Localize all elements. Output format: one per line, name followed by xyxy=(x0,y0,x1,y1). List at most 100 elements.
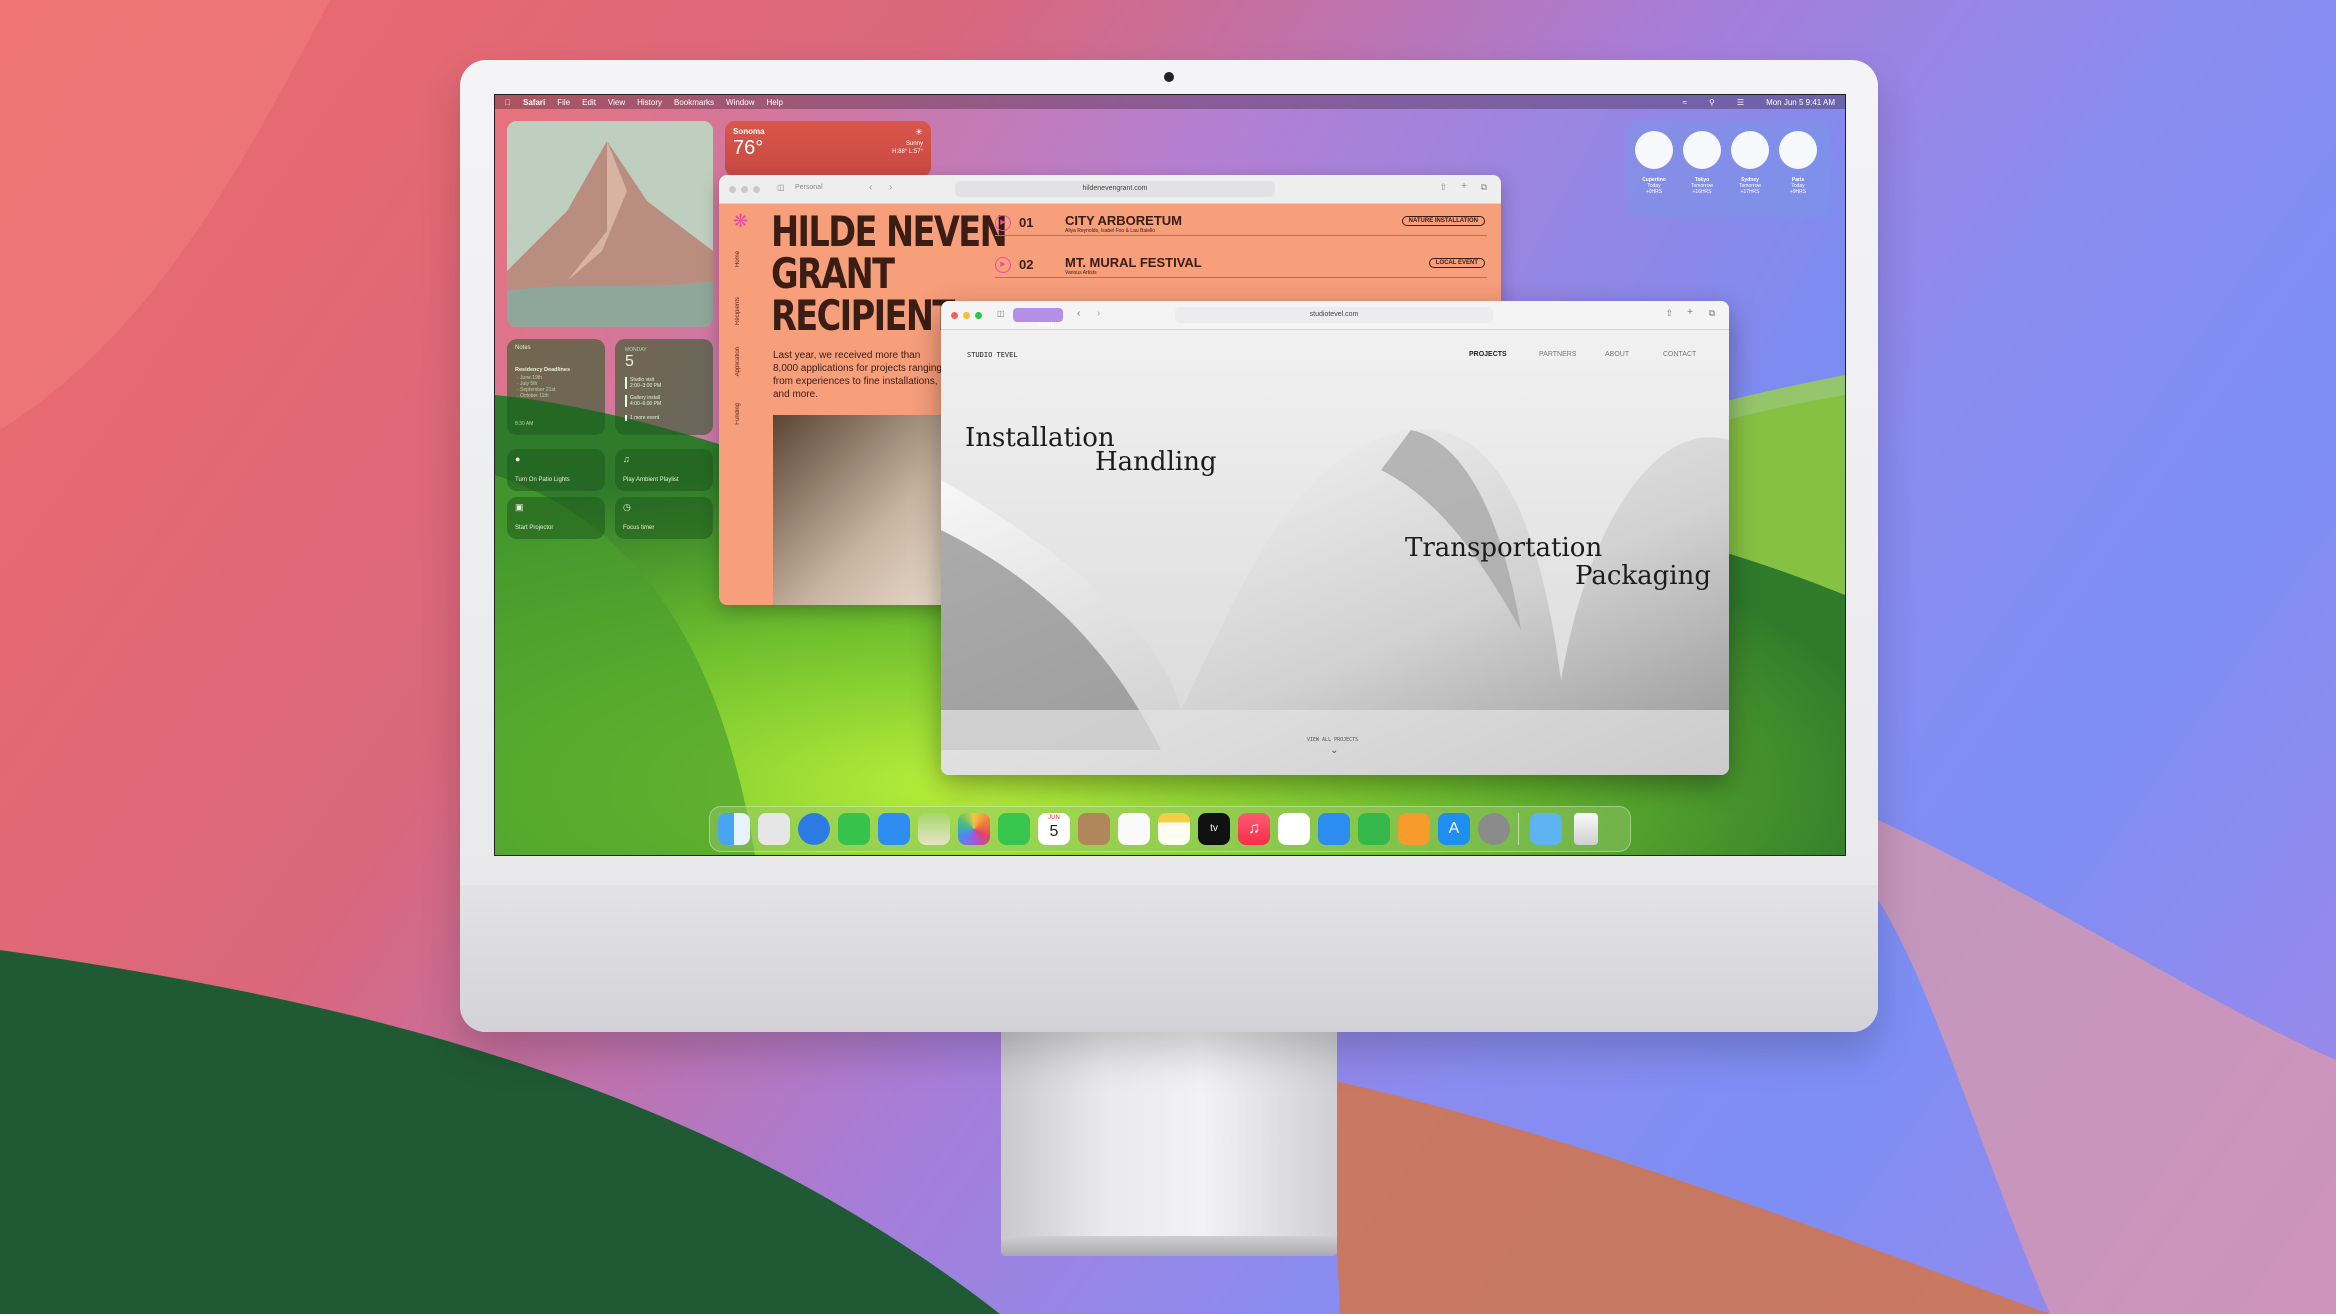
finder-icon[interactable] xyxy=(718,813,750,845)
share-icon[interactable]: ⇧ xyxy=(1439,182,1447,193)
nav-about[interactable]: ABOUT xyxy=(1605,351,1629,358)
event-tag[interactable]: NATURE INSTALLATION xyxy=(1401,216,1485,226)
side-nav-recipients[interactable]: Recipients xyxy=(735,297,741,325)
menu-help[interactable]: Help xyxy=(766,98,782,107)
forward-icon[interactable]: › xyxy=(889,182,892,193)
sidebar-icon[interactable]: ◫ xyxy=(997,309,1005,318)
brand-name[interactable]: STUDIO TEVEL xyxy=(967,351,1018,359)
forward-icon[interactable]: › xyxy=(1097,308,1100,319)
contacts-icon[interactable] xyxy=(1078,813,1110,845)
hero-word[interactable]: Packaging xyxy=(1575,561,1711,591)
play-icon[interactable]: ▶ xyxy=(995,215,1011,231)
hero-word[interactable]: Transportation xyxy=(1405,533,1602,563)
tab-group-button[interactable]: Work xyxy=(1013,308,1063,329)
back-icon[interactable]: ‹ xyxy=(869,182,872,193)
photos-icon[interactable] xyxy=(958,813,990,845)
sculpture-photo xyxy=(773,415,953,605)
safari-window-studio-tevel[interactable]: ◫ Work ‹ › studiotevel.com ⇧ + ⧉ STUDIO … xyxy=(941,301,1729,775)
menu-app-name[interactable]: Safari xyxy=(523,98,545,107)
nav-partners[interactable]: PARTNERS xyxy=(1539,351,1576,358)
lightbulb-icon: ● xyxy=(515,454,521,464)
side-nav-application[interactable]: Application xyxy=(735,347,741,376)
new-tab-icon[interactable]: + xyxy=(1461,181,1467,192)
toolbar: ◫ Personal ‹ › hildenevengrant.com ⇧ + ⧉ xyxy=(719,175,1501,204)
event-time: 2:00–3:00 PM xyxy=(630,383,662,389)
tv-icon[interactable]: tv xyxy=(1198,813,1230,845)
music-icon[interactable]: ♫ xyxy=(1238,813,1270,845)
zoom-button[interactable] xyxy=(975,312,982,319)
hero-word[interactable]: Handling xyxy=(1095,447,1217,477)
menu-bar:  Safari File Edit View History Bookmark… xyxy=(495,95,1845,109)
new-tab-icon[interactable]: + xyxy=(1687,307,1693,318)
search-icon[interactable]: ⚲ xyxy=(1709,98,1715,107)
numbers-icon[interactable] xyxy=(1358,813,1390,845)
facetime-icon[interactable] xyxy=(998,813,1030,845)
event-tag[interactable]: LOCAL EVENT xyxy=(1428,258,1485,268)
world-clock-widget[interactable]: Cupertino Today +0HRS Tokyo Tomorrow +16… xyxy=(1625,121,1831,217)
system-settings-icon[interactable] xyxy=(1478,813,1510,845)
menu-window[interactable]: Window xyxy=(726,98,754,107)
shortcut-start-projector[interactable]: ▣ Start Projector xyxy=(507,497,605,539)
app-store-icon[interactable]: A xyxy=(1438,813,1470,845)
event-row[interactable]: ▶ 02 MT. MURAL FESTIVAL Various Artists … xyxy=(995,255,1487,278)
weather-widget[interactable]: Sonoma 76° ☀ Sunny H:88° L:57° xyxy=(725,121,931,177)
freeform-icon[interactable] xyxy=(1278,813,1310,845)
downloads-folder-icon[interactable] xyxy=(1530,813,1562,845)
chevron-down-icon[interactable]: ⌄ xyxy=(1330,745,1338,756)
menu-edit[interactable]: Edit xyxy=(582,98,596,107)
control-center-icon[interactable]: ☰ xyxy=(1737,98,1744,107)
mail-icon[interactable] xyxy=(878,813,910,845)
hero-word[interactable]: Installation xyxy=(965,423,1115,453)
calendar-widget[interactable]: MONDAY 5 Studio visit 2:00–3:00 PM Galle… xyxy=(615,339,713,435)
nav-projects[interactable]: PROJECTS xyxy=(1469,351,1507,358)
view-all-link[interactable]: VIEW ALL PROJECTS xyxy=(1307,737,1358,743)
back-icon[interactable]: ‹ xyxy=(1077,308,1080,319)
shortcut-focus-timer[interactable]: ◷ Focus timer xyxy=(615,497,713,539)
zoom-button[interactable] xyxy=(753,186,760,193)
menu-history[interactable]: History xyxy=(637,98,662,107)
clock-face xyxy=(1683,131,1721,169)
share-icon[interactable]: ⇧ xyxy=(1665,308,1673,319)
shortcut-ambient-playlist[interactable]: ♫ Play Ambient Playlist xyxy=(615,449,713,491)
tabs-overview-icon[interactable]: ⧉ xyxy=(1709,308,1715,319)
reminders-icon[interactable] xyxy=(1118,813,1150,845)
notes-icon[interactable] xyxy=(1158,813,1190,845)
minimize-button[interactable] xyxy=(963,312,970,319)
address-bar[interactable]: studiotevel.com xyxy=(1175,307,1493,323)
side-nav-funding[interactable]: Funding xyxy=(735,403,741,425)
menu-bookmarks[interactable]: Bookmarks xyxy=(674,98,714,107)
wifi-icon[interactable]: ≈ xyxy=(1683,98,1687,107)
maps-icon[interactable] xyxy=(918,813,950,845)
imac-screen:  Safari File Edit View History Bookmark… xyxy=(494,94,1846,856)
safari-icon[interactable] xyxy=(798,813,830,845)
minimize-button[interactable] xyxy=(741,186,748,193)
projector-icon: ▣ xyxy=(515,502,524,512)
event-title[interactable]: MT. MURAL FESTIVAL xyxy=(1065,255,1202,270)
apple-icon[interactable]:  xyxy=(505,98,511,107)
calendar-icon[interactable]: JUN 5 xyxy=(1038,813,1070,845)
tab-group-label[interactable]: Personal xyxy=(795,184,823,191)
close-button[interactable] xyxy=(729,186,736,193)
event-row[interactable]: ▶ 01 CITY ARBORETUM Aliya Reynolds, Isab… xyxy=(995,213,1487,236)
menu-clock[interactable]: Mon Jun 5 9:41 AM xyxy=(1766,98,1835,107)
messages-icon[interactable] xyxy=(838,813,870,845)
tabs-overview-icon[interactable]: ⧉ xyxy=(1481,182,1487,193)
nav-contact[interactable]: CONTACT xyxy=(1663,351,1696,358)
address-bar[interactable]: hildenevengrant.com xyxy=(955,181,1275,197)
notes-widget[interactable]: Notes Residency Deadlines · June 19th · … xyxy=(507,339,605,435)
play-icon[interactable]: ▶ xyxy=(995,257,1011,273)
side-nav-home[interactable]: Home xyxy=(735,251,741,267)
sidebar-icon[interactable]: ◫ xyxy=(777,183,785,192)
launchpad-icon[interactable] xyxy=(758,813,790,845)
shortcut-patio-lights[interactable]: ● Turn On Patio Lights xyxy=(507,449,605,491)
keynote-icon[interactable] xyxy=(1318,813,1350,845)
pages-icon[interactable] xyxy=(1398,813,1430,845)
photo-widget[interactable] xyxy=(507,121,713,327)
close-button[interactable] xyxy=(951,312,958,319)
trash-icon[interactable] xyxy=(1574,813,1598,845)
event-title[interactable]: CITY ARBORETUM xyxy=(1065,213,1182,228)
menu-file[interactable]: File xyxy=(557,98,570,107)
shortcut-label: Focus timer xyxy=(623,525,655,531)
shortcut-label: Play Ambient Playlist xyxy=(623,477,679,483)
menu-view[interactable]: View xyxy=(608,98,625,107)
